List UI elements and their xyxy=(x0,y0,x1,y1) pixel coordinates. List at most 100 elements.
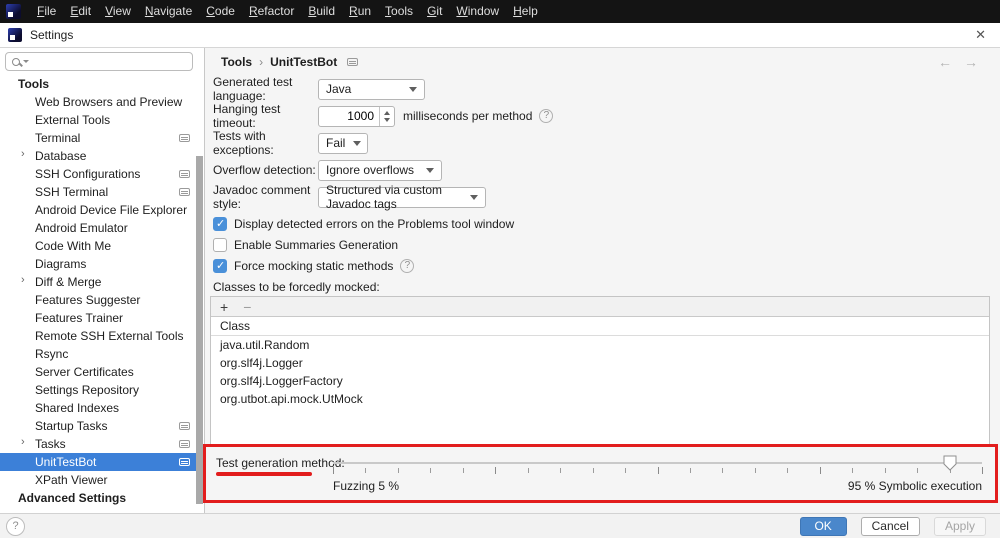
table-row[interactable]: org.utbot.api.mock.UtMock xyxy=(211,390,989,408)
sidebar-item-terminal[interactable]: Terminal xyxy=(0,129,204,147)
enable-summaries-checkbox[interactable] xyxy=(213,238,227,252)
chevron-right-icon[interactable]: › xyxy=(21,436,25,448)
chevron-down-icon xyxy=(353,141,361,146)
chevron-right-icon[interactable]: › xyxy=(21,148,25,160)
sidebar-item-label: Web Browsers and Preview xyxy=(35,95,182,109)
cancel-button[interactable]: Cancel xyxy=(861,517,920,536)
slider-tick xyxy=(820,467,821,474)
slider-tick xyxy=(463,468,464,473)
add-button[interactable]: + xyxy=(220,300,228,314)
slider-thumb[interactable] xyxy=(943,455,957,474)
generated-test-language-row: Generated test language: Java xyxy=(213,79,425,99)
sidebar-item-diagrams[interactable]: Diagrams xyxy=(0,255,204,273)
mock-classes-table: + − Class java.util.Randomorg.slf4j.Logg… xyxy=(210,296,990,446)
sidebar-item-settings-repository[interactable]: Settings Repository xyxy=(0,381,204,399)
search-box[interactable] xyxy=(5,52,193,71)
sidebar-item-unittestbot[interactable]: UnitTestBot xyxy=(0,453,204,471)
overflow-detection-select[interactable]: Ignore overflows xyxy=(318,160,442,181)
sidebar-item-web-browsers-and-preview[interactable]: Web Browsers and Preview xyxy=(0,93,204,111)
sidebar-item-label: UnitTestBot xyxy=(35,455,96,469)
sidebar-item-server-certificates[interactable]: Server Certificates xyxy=(0,363,204,381)
help-icon[interactable]: ? xyxy=(400,259,414,273)
sidebar-scrollbar[interactable] xyxy=(196,156,203,504)
menu-git[interactable]: Git xyxy=(420,0,449,23)
table-row[interactable]: java.util.Random xyxy=(211,336,989,354)
sidebar-item-database[interactable]: ›Database xyxy=(0,147,204,165)
timeout-spinner[interactable] xyxy=(318,106,395,127)
settings-main-panel: Tools › UnitTestBot ← → Generated test l… xyxy=(205,48,1000,513)
slider-tick xyxy=(625,468,626,473)
table-row[interactable]: org.slf4j.Logger xyxy=(211,354,989,372)
remove-button[interactable]: − xyxy=(243,300,251,314)
sidebar-item-tasks[interactable]: ›Tasks xyxy=(0,435,204,453)
slider-track[interactable] xyxy=(333,462,982,464)
menu-run[interactable]: Run xyxy=(342,0,378,23)
intellij-logo-icon xyxy=(8,28,22,42)
table-row[interactable]: org.slf4j.LoggerFactory xyxy=(211,372,989,390)
chevron-right-icon[interactable]: › xyxy=(21,274,25,286)
generated-test-language-select[interactable]: Java xyxy=(318,79,425,100)
sidebar-item-external-tools[interactable]: External Tools xyxy=(0,111,204,129)
apply-button[interactable]: Apply xyxy=(934,517,986,536)
spinner-buttons[interactable] xyxy=(379,107,394,126)
force-mocking-checkbox[interactable]: ✓ xyxy=(213,259,227,273)
menu-build[interactable]: Build xyxy=(301,0,342,23)
menu-view[interactable]: View xyxy=(98,0,138,23)
sidebar-item-diff-merge[interactable]: ›Diff & Merge xyxy=(0,273,204,291)
shared-settings-icon xyxy=(179,440,190,448)
close-icon[interactable]: ✕ xyxy=(975,27,986,43)
sidebar-item-remote-ssh-external-tools[interactable]: Remote SSH External Tools xyxy=(0,327,204,345)
slider-tick xyxy=(560,468,561,473)
sidebar-item-startup-tasks[interactable]: Startup Tasks xyxy=(0,417,204,435)
sidebar-item-rsync[interactable]: Rsync xyxy=(0,345,204,363)
sidebar-item-ssh-terminal[interactable]: SSH Terminal xyxy=(0,183,204,201)
sidebar-item-advanced-settings[interactable]: Advanced Settings xyxy=(0,489,204,507)
help-icon[interactable]: ? xyxy=(539,109,553,123)
column-header-class[interactable]: Class xyxy=(211,317,989,336)
sidebar-item-android-device-file-explorer[interactable]: Android Device File Explorer xyxy=(0,201,204,219)
table-toolbar: + − xyxy=(211,297,989,317)
menu-refactor[interactable]: Refactor xyxy=(242,0,301,23)
menu-navigate[interactable]: Navigate xyxy=(138,0,199,23)
slider-tick xyxy=(593,468,594,473)
combo-value: Ignore overflows xyxy=(326,163,414,177)
sidebar-item-features-suggester[interactable]: Features Suggester xyxy=(0,291,204,309)
breadcrumb-tools[interactable]: Tools xyxy=(221,55,252,69)
back-arrow-icon[interactable]: ← xyxy=(938,54,952,70)
spinner-up-icon[interactable] xyxy=(384,111,390,115)
sidebar-item-shared-indexes[interactable]: Shared Indexes xyxy=(0,399,204,417)
sidebar-item-code-with-me[interactable]: Code With Me xyxy=(0,237,204,255)
sidebar-item-label: SSH Configurations xyxy=(35,167,140,181)
menu-help[interactable]: Help xyxy=(506,0,545,23)
menu-file[interactable]: File xyxy=(30,0,63,23)
dialog-titlebar[interactable]: Settings ✕ xyxy=(0,23,1000,48)
slider-tick xyxy=(787,468,788,473)
forward-arrow-icon[interactable]: → xyxy=(964,54,978,70)
search-input[interactable] xyxy=(29,54,192,69)
sidebar-item-android-emulator[interactable]: Android Emulator xyxy=(0,219,204,237)
checkbox-label: Display detected errors on the Problems … xyxy=(234,217,514,231)
tests-with-exceptions-select[interactable]: Fail xyxy=(318,133,368,154)
test-generation-method-slider[interactable] xyxy=(333,453,982,481)
spinner-down-icon[interactable] xyxy=(384,118,390,122)
display-errors-checkbox[interactable]: ✓ xyxy=(213,217,227,231)
sidebar-item-label: Settings Repository xyxy=(35,383,139,397)
slider-tick xyxy=(755,468,756,473)
sidebar-item-tools[interactable]: Tools xyxy=(0,75,204,93)
shared-settings-icon xyxy=(179,170,190,178)
tests-with-exceptions-row: Tests with exceptions: Fail xyxy=(213,133,368,153)
javadoc-comment-style-select[interactable]: Structured via custom Javadoc tags xyxy=(318,187,486,208)
dialog-title: Settings xyxy=(30,28,73,42)
history-nav: ← → xyxy=(938,54,978,70)
sidebar-item-features-trainer[interactable]: Features Trainer xyxy=(0,309,204,327)
ok-button[interactable]: OK xyxy=(800,517,847,536)
help-button[interactable]: ? xyxy=(6,517,25,536)
menu-window[interactable]: Window xyxy=(449,0,506,23)
sidebar-item-ssh-configurations[interactable]: SSH Configurations xyxy=(0,165,204,183)
menu-tools[interactable]: Tools xyxy=(378,0,420,23)
annotation-highlight-box: Test generation method: Fuzzing 5 % 95 %… xyxy=(203,444,998,503)
menu-edit[interactable]: Edit xyxy=(63,0,98,23)
timeout-input[interactable] xyxy=(319,107,379,126)
sidebar-item-xpath-viewer[interactable]: XPath Viewer xyxy=(0,471,204,489)
menu-code[interactable]: Code xyxy=(199,0,242,23)
